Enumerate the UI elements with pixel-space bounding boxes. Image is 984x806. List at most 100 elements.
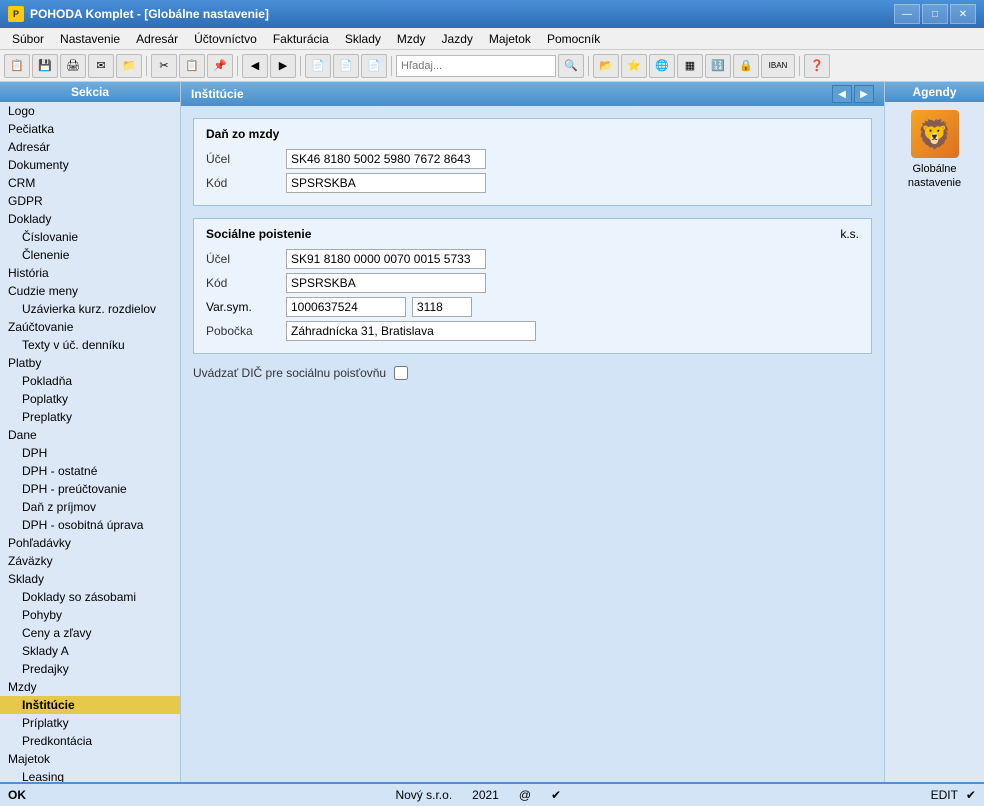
toolbar-btn-3[interactable]: 🖨 — [60, 54, 86, 78]
section-dan-zo-mzdy: Daň zo mzdy Účel Kód — [193, 118, 872, 206]
close-button[interactable]: ✕ — [950, 4, 976, 24]
menu-nastavenie[interactable]: Nastavenie — [52, 30, 128, 48]
toolbar-calc[interactable]: 🔢 — [705, 54, 731, 78]
sidebar-item-mzdy[interactable]: Mzdy — [0, 678, 180, 696]
sidebar-item-ceny[interactable]: Ceny a zľavy — [0, 624, 180, 642]
toolbar-btn-10[interactable]: 📄 — [333, 54, 359, 78]
toolbar-btn-7[interactable]: 📋 — [179, 54, 205, 78]
toolbar-help[interactable]: ❓ — [804, 54, 830, 78]
toolbar-btn-2[interactable]: 💾 — [32, 54, 58, 78]
sidebar-item-institucie[interactable]: Inštitúcie — [0, 696, 180, 714]
sidebar-item-logo[interactable]: Logo — [0, 102, 180, 120]
sidebar-item-platby[interactable]: Platby — [0, 354, 180, 372]
agenda-globalne-nastavenie[interactable]: 🦁 Globálne nastavenie — [885, 102, 984, 199]
soc-varsym-input[interactable] — [286, 297, 406, 317]
toolbar-btn-5[interactable]: 📁 — [116, 54, 142, 78]
agendy-header: Agendy — [885, 82, 984, 102]
sidebar-item-cudzie-meny[interactable]: Cudzie meny — [0, 282, 180, 300]
dic-row: Uvádzať DIČ pre sociálnu poisťovňu — [193, 366, 872, 380]
sidebar-item-pohladavky[interactable]: Pohľadávky — [0, 534, 180, 552]
status-bar: OK Nový s.r.o. 2021 @ ✔ EDIT ✔ — [0, 782, 984, 806]
sidebar-item-historia[interactable]: História — [0, 264, 180, 282]
content-header: Inštitúcie ◀ ▶ — [181, 82, 884, 106]
soc-kod-input[interactable] — [286, 273, 486, 293]
agenda-label: Globálne nastavenie — [889, 162, 980, 191]
toolbar-grid[interactable]: ▦ — [677, 54, 703, 78]
toolbar-folder[interactable]: 📂 — [593, 54, 619, 78]
status-at: @ — [519, 788, 531, 802]
menu-uctovnictvo[interactable]: Účtovníctvo — [186, 30, 265, 48]
status-edit-check: ✔ — [966, 788, 976, 802]
nav-next[interactable]: ▶ — [854, 85, 874, 103]
sidebar-item-zaucotovanie[interactable]: Zaúčtovanie — [0, 318, 180, 336]
toolbar-star[interactable]: ⭐ — [621, 54, 647, 78]
sidebar-item-pohyby[interactable]: Pohyby — [0, 606, 180, 624]
menu-majetok[interactable]: Majetok — [481, 30, 539, 48]
toolbar-globe[interactable]: 🌐 — [649, 54, 675, 78]
dic-checkbox[interactable] — [394, 366, 408, 380]
toolbar-btn-11[interactable]: 📄 — [361, 54, 387, 78]
soc-ucel-label: Účel — [206, 252, 286, 266]
title-text: POHODA Komplet - [Globálne nastavenie] — [30, 7, 269, 21]
minimize-button[interactable]: — — [894, 4, 920, 24]
sidebar-item-predajky[interactable]: Predajky — [0, 660, 180, 678]
toolbar-btn-8[interactable]: 📌 — [207, 54, 233, 78]
sidebar-item-adresar[interactable]: Adresár — [0, 138, 180, 156]
sidebar-item-dph-preuctovanie[interactable]: DPH - preúčtovanie — [0, 480, 180, 498]
maximize-button[interactable]: □ — [922, 4, 948, 24]
sidebar-item-dan-prijmov[interactable]: Daň z príjmov — [0, 498, 180, 516]
sidebar-item-texty[interactable]: Texty v úč. denníku — [0, 336, 180, 354]
toolbar-btn-1[interactable]: 📋 — [4, 54, 30, 78]
sidebar-item-dane[interactable]: Dane — [0, 426, 180, 444]
right-panel: Agendy 🦁 Globálne nastavenie — [884, 82, 984, 782]
menu-pomocnik[interactable]: Pomocník — [539, 30, 608, 48]
soc-pobocka-input[interactable] — [286, 321, 536, 341]
sidebar-item-doklady[interactable]: Doklady — [0, 210, 180, 228]
menu-fakturacia[interactable]: Fakturácia — [265, 30, 337, 48]
sidebar-item-crm[interactable]: CRM — [0, 174, 180, 192]
toolbar-btn-6[interactable]: ✂ — [151, 54, 177, 78]
sidebar-item-dph-osobitna[interactable]: DPH - osobitná úprava — [0, 516, 180, 534]
sidebar-item-doklady-zasobami[interactable]: Doklady so zásobami — [0, 588, 180, 606]
sidebar-item-pokladna[interactable]: Pokladňa — [0, 372, 180, 390]
toolbar-sep-5 — [588, 56, 589, 76]
menu-jazdy[interactable]: Jazdy — [434, 30, 481, 48]
sidebar-item-preplatky[interactable]: Preplatky — [0, 408, 180, 426]
sidebar-item-poplatky[interactable]: Poplatky — [0, 390, 180, 408]
sidebar-item-sklady[interactable]: Sklady — [0, 570, 180, 588]
soc-varsym-input2[interactable] — [412, 297, 472, 317]
sidebar-item-predkontacia[interactable]: Predkontácia — [0, 732, 180, 750]
toolbar-btn-back[interactable]: ◀ — [242, 54, 268, 78]
sidebar-item-peciatka[interactable]: Pečiatka — [0, 120, 180, 138]
status-ok[interactable]: OK — [8, 788, 26, 802]
dan-kod-input[interactable] — [286, 173, 486, 193]
toolbar-btn-4[interactable]: ✉ — [88, 54, 114, 78]
sidebar-item-dph[interactable]: DPH — [0, 444, 180, 462]
nav-prev[interactable]: ◀ — [832, 85, 852, 103]
menu-sklady[interactable]: Sklady — [337, 30, 389, 48]
toolbar-lock[interactable]: 🔒 — [733, 54, 759, 78]
toolbar-filter[interactable]: 🔍 — [558, 54, 584, 78]
sidebar-item-dokumenty[interactable]: Dokumenty — [0, 156, 180, 174]
menu-mzdy[interactable]: Mzdy — [389, 30, 434, 48]
menu-subor[interactable]: Súbor — [4, 30, 52, 48]
menu-adresar[interactable]: Adresár — [128, 30, 186, 48]
sidebar-item-gdpr[interactable]: GDPR — [0, 192, 180, 210]
sidebar-item-cislovanie[interactable]: Číslovanie — [0, 228, 180, 246]
sidebar-item-dph-ostatne[interactable]: DPH - ostatné — [0, 462, 180, 480]
sidebar-item-priplatky[interactable]: Príplatky — [0, 714, 180, 732]
toolbar-btn-9[interactable]: 📄 — [305, 54, 331, 78]
search-input[interactable] — [396, 55, 556, 77]
sidebar-item-sklady-a[interactable]: Sklady A — [0, 642, 180, 660]
sidebar-item-uzavierka[interactable]: Uzávierka kurz. rozdielov — [0, 300, 180, 318]
status-right: EDIT ✔ — [931, 788, 976, 802]
toolbar-iban[interactable]: IBAN — [761, 54, 795, 78]
sidebar-item-clenenie[interactable]: Členenie — [0, 246, 180, 264]
sidebar-item-leasing[interactable]: Leasing — [0, 768, 180, 782]
content-body: Daň zo mzdy Účel Kód Sociálne poistenie … — [181, 106, 884, 782]
toolbar-btn-fwd[interactable]: ▶ — [270, 54, 296, 78]
soc-ucel-input[interactable] — [286, 249, 486, 269]
sidebar-item-majetok[interactable]: Majetok — [0, 750, 180, 768]
sidebar-item-zavazky[interactable]: Záväzky — [0, 552, 180, 570]
dan-ucel-input[interactable] — [286, 149, 486, 169]
